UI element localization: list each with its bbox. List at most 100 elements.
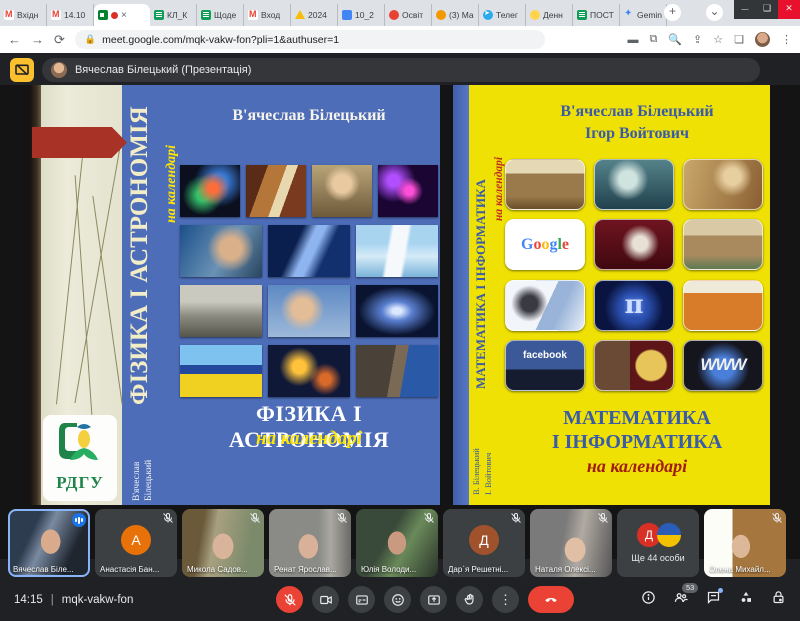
tab-sheet-post[interactable]: ПОСТ [573, 4, 620, 26]
thumb-woman-and-coin [594, 340, 674, 391]
gemini-icon [624, 10, 634, 20]
tab-drive-2024[interactable]: 2024 [291, 4, 338, 26]
mic-off-icon [423, 512, 435, 524]
end-call-button[interactable] [528, 586, 574, 613]
sun-app-icon [530, 10, 540, 20]
thumb-tractor [180, 285, 262, 337]
browser-menu-icon[interactable]: ⋮ [781, 33, 792, 46]
camera-button[interactable] [312, 586, 339, 613]
tab-gemini[interactable]: Gemin [620, 4, 667, 26]
tab-search-chevron-icon[interactable] [706, 4, 723, 21]
docs-icon [342, 10, 352, 20]
book-title-line2: І ІНФОРМАТИКА [508, 431, 766, 454]
share-icon[interactable]: ⇪ [693, 33, 702, 46]
thumb-www-letters: WWW [683, 340, 763, 391]
participant-tile[interactable]: Юлія Володи... [356, 509, 438, 577]
grass-decoration [92, 196, 122, 404]
participant-tile[interactable]: Олена Михайл... [704, 509, 786, 577]
profile-avatar[interactable] [755, 32, 770, 47]
url-text[interactable]: meet.google.com/mqk-vakw-fon?pli=1&authu… [102, 34, 339, 46]
meeting-meta: 14:15 | mqk-vakw-fon [14, 594, 133, 606]
red-ribbon-arrow [32, 127, 127, 158]
thumb-facebook-crowd: facebook [505, 340, 585, 391]
presentation-indicator-icon[interactable] [10, 58, 34, 82]
tab-mail-1410[interactable]: 14.10 [47, 4, 94, 26]
activities-icon[interactable] [738, 590, 754, 610]
thumb-comet [268, 225, 350, 277]
translate-icon[interactable]: ⧉ [649, 33, 657, 46]
presenter-name: Вячеслав Білецький (Презентація) [75, 64, 251, 76]
participant-tile[interactable]: А Анастасія Бан... [95, 509, 177, 577]
captions-button[interactable] [348, 586, 375, 613]
tab-dennyk[interactable]: Денн [526, 4, 573, 26]
meeting-details-icon[interactable] [641, 590, 656, 610]
red-app-icon [389, 10, 399, 20]
thumb-atom-model [378, 165, 438, 217]
mic-off-icon [771, 512, 783, 524]
toolbar-right-icons: ▬ ⧉ 🔍 ⇪ ☆ ❏ ⋮ [627, 32, 792, 47]
participant-tile[interactable]: Микола Садов... [182, 509, 264, 577]
audio-level-icon [72, 513, 86, 527]
new-tab-button[interactable] [664, 4, 681, 21]
participant-tile[interactable]: Наталя Олексі... [530, 509, 612, 577]
reload-icon[interactable]: ⟳ [54, 32, 65, 48]
tab-sheet-schode[interactable]: Щоде [197, 4, 244, 26]
mic-off-icon [249, 512, 261, 524]
people-panel-icon[interactable]: 53 [673, 590, 689, 610]
gmail-icon [4, 10, 14, 20]
close-tab-icon[interactable] [121, 10, 127, 21]
thumb-vintage-computer [683, 280, 763, 331]
thumb-scientist-with-helicopter [268, 285, 350, 337]
mic-off-icon [162, 512, 174, 524]
tab-sheet-klk[interactable]: КЛ_К [150, 4, 197, 26]
maximize-button[interactable] [756, 0, 778, 19]
book-spine-strip [453, 85, 469, 505]
tab-osvita[interactable]: Освіт [385, 4, 432, 26]
mic-off-button[interactable] [276, 586, 303, 613]
participant-tile[interactable]: Вячеслав Біле... [8, 509, 90, 577]
thumb-supernova-nebula [180, 165, 240, 217]
tab-docs-1028[interactable]: 10_2 [338, 4, 385, 26]
raise-hand-button[interactable] [456, 586, 483, 613]
chat-notification-dot [718, 588, 723, 593]
media-control-icon[interactable]: ▬ [627, 34, 638, 46]
tab-mail-3ma[interactable]: (3) Ма [432, 4, 479, 26]
more-options-button[interactable]: ⋮ [492, 586, 519, 613]
math-image-grid: Google π facebook WWW [505, 159, 763, 391]
thumb-observatory-building [683, 219, 763, 270]
spine-subtitle-vertical: на календарі [493, 91, 505, 221]
call-controls: ⋮ [276, 586, 574, 613]
spine-author-vertical: В'ячеслав Білецький [132, 417, 154, 501]
tab-telegram[interactable]: Телег [479, 4, 526, 26]
presenter-banner[interactable]: Вячеслав Білецький (Презентація) [42, 58, 760, 82]
book-author-1: В'ячеслав Білецький [508, 103, 766, 121]
participant-tile[interactable]: Д Дар`я Решетні... [443, 509, 525, 577]
host-controls-icon[interactable] [771, 590, 786, 610]
window-controls [734, 0, 800, 19]
publisher-logo-rdgu: РДГУ [43, 415, 117, 501]
search-icon[interactable]: 🔍 [668, 33, 682, 46]
thumb-old-physics-lab [246, 165, 306, 217]
book-cover-physics: РДГУ ФІЗИКА І АСТРОНОМІЯ на календарі В'… [30, 85, 440, 505]
tab-meet-active[interactable] [94, 4, 150, 26]
thumb-antonov-airplane [356, 225, 438, 277]
tab-mail-vhod[interactable]: Вход [244, 4, 291, 26]
reactions-button[interactable] [384, 586, 411, 613]
chat-panel-icon[interactable] [706, 590, 721, 610]
side-panel-icon[interactable]: ❏ [734, 33, 744, 46]
mic-off-icon [510, 512, 522, 524]
spine-title-vertical: МАТЕМАТИКА І ІНФОРМАТИКА [473, 89, 489, 389]
back-icon[interactable]: ← [8, 32, 21, 47]
bookmark-star-icon[interactable]: ☆ [713, 33, 723, 46]
tab-inbox[interactable]: Вхідн [0, 4, 47, 26]
forward-icon[interactable]: → [31, 32, 44, 47]
overflow-tile[interactable]: Д Ще 44 особи [617, 509, 699, 577]
meeting-code: mqk-vakw-fon [62, 594, 134, 606]
close-window-button[interactable] [778, 0, 800, 19]
lock-icon: 🔒 [85, 34, 96, 45]
address-bar[interactable]: 🔒 meet.google.com/mqk-vakw-fon?pli=1&aut… [75, 30, 545, 49]
meeting-panels: 53 [641, 590, 786, 610]
present-screen-button[interactable] [420, 586, 447, 613]
minimize-button[interactable] [734, 0, 756, 19]
participant-tile[interactable]: Ренат Ярослав... [269, 509, 351, 577]
